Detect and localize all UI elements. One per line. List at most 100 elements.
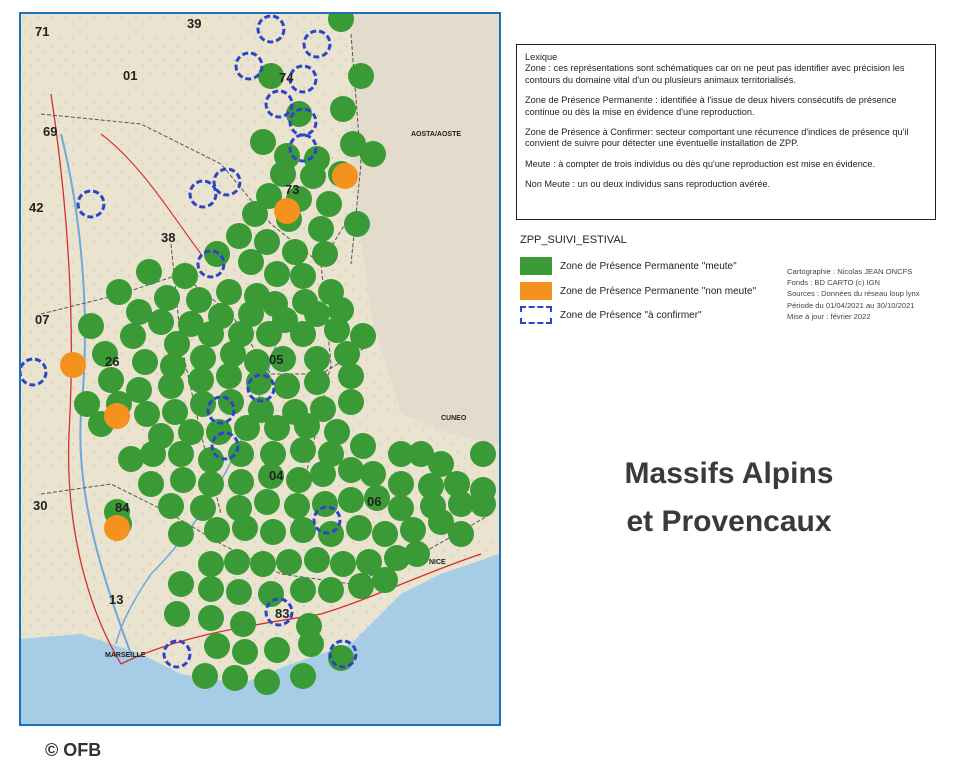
zone-meute xyxy=(140,441,166,467)
zone-meute xyxy=(304,547,330,573)
zone-meute xyxy=(372,521,398,547)
lexique-zone: Zone : ces représentations sont schémati… xyxy=(525,63,905,85)
zone-meute xyxy=(360,141,386,167)
lexique-title: Lexique xyxy=(525,52,558,62)
zone-meute xyxy=(198,471,224,497)
map-frame: 39 71 01 74 69 73 42 38 07 26 05 04 06 84 30 13 83 MARSEI… xyxy=(19,12,501,726)
lexique-meute: Meute : à compter de trois individus ou … xyxy=(525,158,876,169)
zone-meute xyxy=(348,573,374,599)
zone-meute xyxy=(388,471,414,497)
title-line-1: Massifs Alpins xyxy=(624,457,834,490)
zone-meute xyxy=(168,571,194,597)
zone-meute xyxy=(304,346,330,372)
zone-meute xyxy=(230,611,256,637)
zone-meute xyxy=(254,489,280,515)
zone-meute xyxy=(348,63,374,89)
zone-meute xyxy=(274,373,300,399)
zone-non-meute xyxy=(104,515,130,541)
zone-meute xyxy=(260,519,286,545)
credits-cartography: Cartographie : Nicolas JEAN ONCFS xyxy=(787,267,913,276)
lexique-zpp: Zone de Présence Permanente : identifiée… xyxy=(525,95,897,117)
zone-meute xyxy=(158,373,184,399)
zone-meute xyxy=(120,323,146,349)
zone-meute xyxy=(350,433,376,459)
zone-meute xyxy=(158,493,184,519)
zone-meute xyxy=(470,491,496,517)
legend-label-non-meute: Zone de Présence Permanente "non meute" xyxy=(560,285,757,297)
zone-meute xyxy=(154,285,180,311)
department-label-13: 13 xyxy=(109,592,123,607)
zone-meute xyxy=(290,577,316,603)
zone-meute xyxy=(198,321,224,347)
zone-meute xyxy=(192,663,218,689)
zone-meute xyxy=(198,576,224,602)
zone-meute xyxy=(264,637,290,663)
zone-meute xyxy=(198,447,224,473)
city-label: NICE xyxy=(429,559,446,566)
zone-meute xyxy=(344,211,370,237)
legend-label-a-confirmer: Zone de Présence "à confirmer" xyxy=(560,309,702,321)
department-label-83: 83 xyxy=(275,606,289,621)
zone-meute xyxy=(228,469,254,495)
zone-meute xyxy=(190,495,216,521)
zone-meute xyxy=(338,457,364,483)
zone-meute xyxy=(282,239,308,265)
department-label-06: 06 xyxy=(367,494,381,509)
credits-sources: Sources : Données du réseau loup lynx xyxy=(787,289,920,299)
zone-meute xyxy=(264,261,290,287)
zone-meute xyxy=(98,367,124,393)
zone-meute xyxy=(232,515,258,541)
zone-meute xyxy=(316,191,342,217)
zone-meute xyxy=(216,279,242,305)
legend-item-a-confirmer: Zone de Présence "à confirmer" xyxy=(520,305,702,325)
zone-meute xyxy=(134,401,160,427)
zone-meute xyxy=(170,467,196,493)
zone-meute xyxy=(186,287,212,313)
zone-meute xyxy=(372,567,398,593)
zone-meute xyxy=(404,541,430,567)
copyright: © OFB xyxy=(45,740,102,760)
zone-meute xyxy=(164,601,190,627)
zone-meute xyxy=(334,341,360,367)
zone-meute xyxy=(172,263,198,289)
zone-non-meute xyxy=(104,403,130,429)
zone-meute xyxy=(290,663,316,689)
zone-meute xyxy=(138,471,164,497)
zone-meute xyxy=(204,633,230,659)
department-label-04: 04 xyxy=(269,468,284,483)
zone-meute xyxy=(242,201,268,227)
zone-meute xyxy=(148,309,174,335)
zone-meute xyxy=(232,639,258,665)
legend-swatch-meute xyxy=(520,257,552,275)
zone-meute xyxy=(284,493,310,519)
zone-meute xyxy=(448,521,474,547)
lexique-non-meute: Non Meute : un ou deux individus sans re… xyxy=(525,179,771,190)
zone-meute xyxy=(324,317,350,343)
zone-meute xyxy=(286,467,312,493)
zone-meute xyxy=(400,517,426,543)
department-label-42: 42 xyxy=(29,200,43,215)
zone-meute xyxy=(346,515,372,541)
zone-meute xyxy=(238,249,264,275)
zone-meute xyxy=(190,345,216,371)
zone-non-meute xyxy=(60,352,86,378)
zone-meute xyxy=(132,349,158,375)
zone-meute xyxy=(168,441,194,467)
zone-meute xyxy=(226,579,252,605)
legend-label-meute: Zone de Présence Permanente "meute" xyxy=(560,260,737,272)
page-title: Massifs Alpins et Provencaux xyxy=(574,450,884,546)
zone-meute xyxy=(360,461,386,487)
zone-meute xyxy=(136,259,162,285)
department-label-05: 05 xyxy=(269,352,283,367)
map-credits: Cartographie : Nicolas JEAN ONCFS Fonds … xyxy=(787,266,920,322)
zone-meute xyxy=(220,341,246,367)
zone-meute xyxy=(324,419,350,445)
department-label-07: 07 xyxy=(35,312,49,327)
zone-meute xyxy=(258,581,284,607)
department-label-30: 30 xyxy=(33,498,47,513)
zone-meute xyxy=(264,415,290,441)
zone-meute xyxy=(228,441,254,467)
zone-meute xyxy=(470,441,496,467)
legend-title: ZPP_SUIVI_ESTIVAL xyxy=(520,234,627,246)
zone-meute xyxy=(298,631,324,657)
